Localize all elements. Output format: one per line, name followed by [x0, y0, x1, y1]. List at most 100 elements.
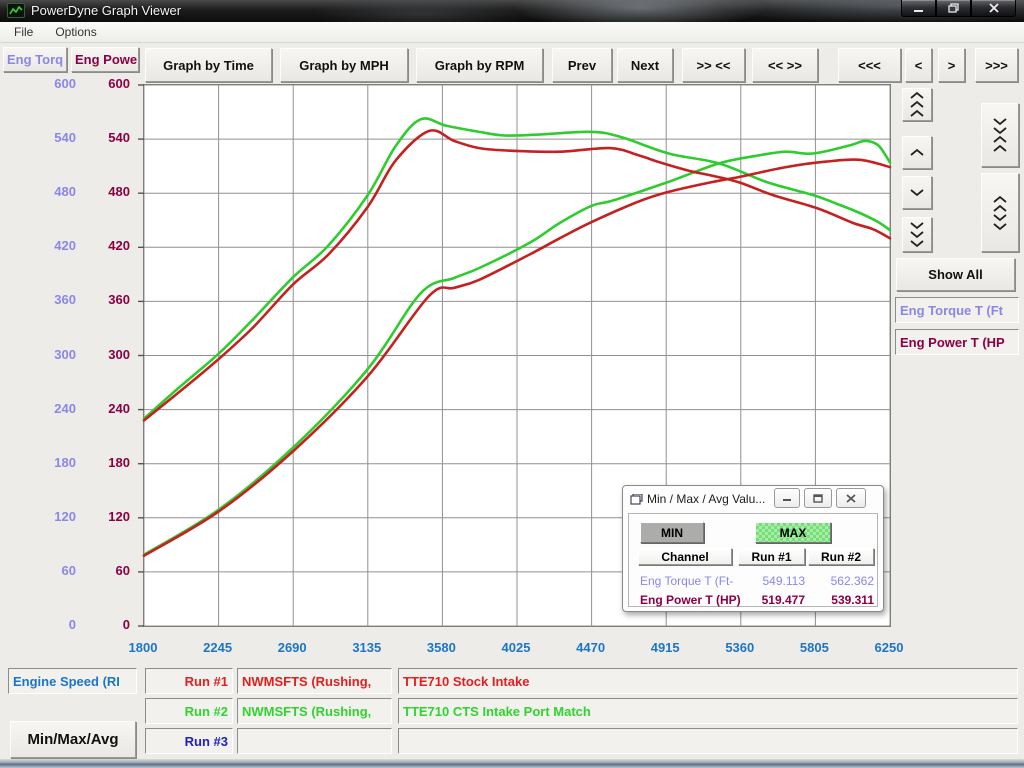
graph-by-mph-button[interactable]: Graph by MPH	[280, 48, 408, 82]
y-tick-torque-300: 300	[20, 347, 76, 362]
channel-box-eng-torque-label: Eng Torque T (Ft	[900, 303, 1003, 318]
zoom-out-horizontal-button[interactable]: << >>	[752, 48, 818, 82]
minmax-window-body: MIN MAX Channel Run #1 Run #2 Eng Torque…	[628, 513, 878, 607]
chevrons-collapse-vertical-button[interactable]	[981, 103, 1019, 167]
channel-box-eng-power-label: Eng Power T (HP	[900, 335, 1005, 350]
graph-by-rpm-button[interactable]: Graph by RPM	[416, 48, 543, 82]
y-tick-power-600: 600	[75, 76, 130, 91]
y-tick-power-480: 480	[75, 184, 130, 199]
show-all-button[interactable]: Show All	[896, 258, 1015, 291]
axis-tab-eng-power[interactable]: Eng Powe	[71, 47, 139, 72]
minmaxavg-button[interactable]: Min/Max/Avg	[10, 721, 136, 758]
chevrons-down-triple-icon	[909, 221, 925, 248]
window-title: PowerDyne Graph Viewer	[31, 3, 181, 18]
y-tick-power-240: 240	[75, 401, 130, 416]
minimize-button[interactable]	[901, 0, 936, 17]
minmax-row-1-run2-value: 539.311	[811, 593, 874, 607]
min-button[interactable]: MIN	[640, 522, 704, 543]
scroll-far-left-button[interactable]: <<<	[838, 48, 901, 82]
y-tick-power-0: 0	[75, 617, 130, 632]
chevrons-down-triple-button[interactable]	[902, 217, 932, 252]
run-2-source-field[interactable]: NWMSFTS (Rushing,	[237, 698, 392, 724]
channel-box-eng-torque[interactable]: Eng Torque T (Ft	[895, 297, 1019, 323]
y-tick-torque-480: 480	[20, 184, 76, 199]
run-2-description-field[interactable]: TTE710 CTS Intake Port Match	[398, 698, 1018, 724]
scroll-far-right-button[interactable]: >>>	[975, 48, 1018, 82]
run-1-source-field[interactable]: NWMSFTS (Rushing,	[237, 668, 392, 694]
chevrons-collapse-vertical-icon	[992, 117, 1008, 153]
y-tick-torque-0: 0	[20, 617, 76, 632]
minmax-restore-button[interactable]	[804, 488, 832, 508]
y-tick-torque-120: 120	[20, 509, 76, 524]
run-3-label[interactable]: Run #3	[145, 728, 233, 754]
y-tick-torque-60: 60	[20, 563, 76, 578]
chevron-down-icon	[909, 188, 925, 197]
chevron-up-icon	[909, 148, 925, 157]
minmax-row-1-channel: Eng Power T (HP)	[640, 593, 760, 607]
axis-tab-eng-torque-label: Eng Torq	[7, 52, 63, 67]
zoom-in-horizontal-button[interactable]: >> <<	[682, 48, 745, 82]
app-icon	[7, 3, 25, 18]
chevrons-up-triple-button[interactable]	[902, 88, 932, 121]
y-tick-power-540: 540	[75, 130, 130, 145]
x-tick-rpm-4915: 4915	[635, 640, 695, 655]
y-tick-torque-360: 360	[20, 292, 76, 307]
y-tick-power-60: 60	[75, 563, 130, 578]
minmax-close-button[interactable]	[836, 488, 866, 508]
title-bar[interactable]: PowerDyne Graph Viewer	[0, 0, 1024, 22]
column-header-run2[interactable]: Run #2	[808, 548, 874, 565]
x-tick-rpm-3580: 3580	[411, 640, 471, 655]
chevron-down-button[interactable]	[902, 176, 932, 209]
scroll-right-button[interactable]: >	[938, 48, 965, 82]
run-1-description-field[interactable]: TTE710 Stock Intake	[398, 668, 1018, 694]
x-tick-rpm-1800: 1800	[113, 640, 173, 655]
menu-file[interactable]: File	[8, 23, 39, 41]
minmax-window-title: Min / Max / Avg Valu...	[647, 492, 765, 506]
x-tick-rpm-2245: 2245	[188, 640, 248, 655]
menu-options[interactable]: Options	[49, 23, 102, 41]
y-tick-power-360: 360	[75, 292, 130, 307]
minmax-minimize-button[interactable]	[774, 488, 800, 508]
y-tick-power-300: 300	[75, 347, 130, 362]
x-tick-rpm-2690: 2690	[262, 640, 322, 655]
x-channel-label: Engine Speed (RI	[13, 674, 120, 689]
y-tick-torque-600: 600	[20, 76, 76, 91]
max-button[interactable]: MAX	[755, 522, 831, 543]
chevron-up-button[interactable]	[902, 136, 932, 169]
minmax-window-icon	[630, 493, 643, 511]
minmax-row-0-run2-value: 562.362	[811, 574, 874, 588]
y-tick-torque-240: 240	[20, 401, 76, 416]
y-tick-torque-180: 180	[20, 455, 76, 470]
run-3-source-field[interactable]	[237, 728, 392, 754]
run-2-label[interactable]: Run #2	[145, 698, 233, 724]
run-1-label[interactable]: Run #1	[145, 668, 233, 694]
y-tick-torque-540: 540	[20, 130, 76, 145]
menu-bar: File Options	[0, 22, 1024, 43]
chevrons-expand-vertical-icon	[992, 195, 1008, 231]
window-frame-bottom	[0, 759, 1024, 768]
close-button[interactable]	[971, 0, 1016, 17]
restore-button[interactable]	[936, 0, 971, 17]
run-3-description-field[interactable]	[398, 728, 1018, 754]
minmax-row-1-run1-value: 519.477	[745, 593, 805, 607]
chevrons-expand-vertical-button[interactable]	[981, 173, 1019, 252]
minmax-row-0-run1-value: 549.113	[745, 574, 805, 588]
y-tick-power-180: 180	[75, 455, 130, 470]
x-tick-rpm-4470: 4470	[561, 640, 621, 655]
prev-button[interactable]: Prev	[552, 48, 612, 82]
scroll-left-button[interactable]: <	[905, 48, 932, 82]
x-tick-rpm-6250: 6250	[859, 640, 919, 655]
minmax-values-window[interactable]: Min / Max / Avg Valu... MIN MAX Channel …	[622, 485, 884, 612]
minmax-row-0-channel: Eng Torque T (Ft-	[640, 574, 760, 588]
axis-tab-eng-power-label: Eng Powe	[75, 52, 137, 67]
y-tick-power-420: 420	[75, 238, 130, 253]
x-channel-box[interactable]: Engine Speed (RI	[8, 668, 137, 694]
x-tick-rpm-5805: 5805	[784, 640, 844, 655]
axis-tab-eng-torque[interactable]: Eng Torq	[3, 47, 67, 72]
graph-by-time-button[interactable]: Graph by Time	[145, 48, 272, 82]
column-header-channel[interactable]: Channel	[638, 548, 732, 565]
column-header-run1[interactable]: Run #1	[738, 548, 805, 565]
next-button[interactable]: Next	[617, 48, 673, 82]
powerdyne-window: PowerDyne Graph Viewer File Options Eng …	[0, 0, 1024, 768]
channel-box-eng-power[interactable]: Eng Power T (HP	[895, 329, 1019, 355]
